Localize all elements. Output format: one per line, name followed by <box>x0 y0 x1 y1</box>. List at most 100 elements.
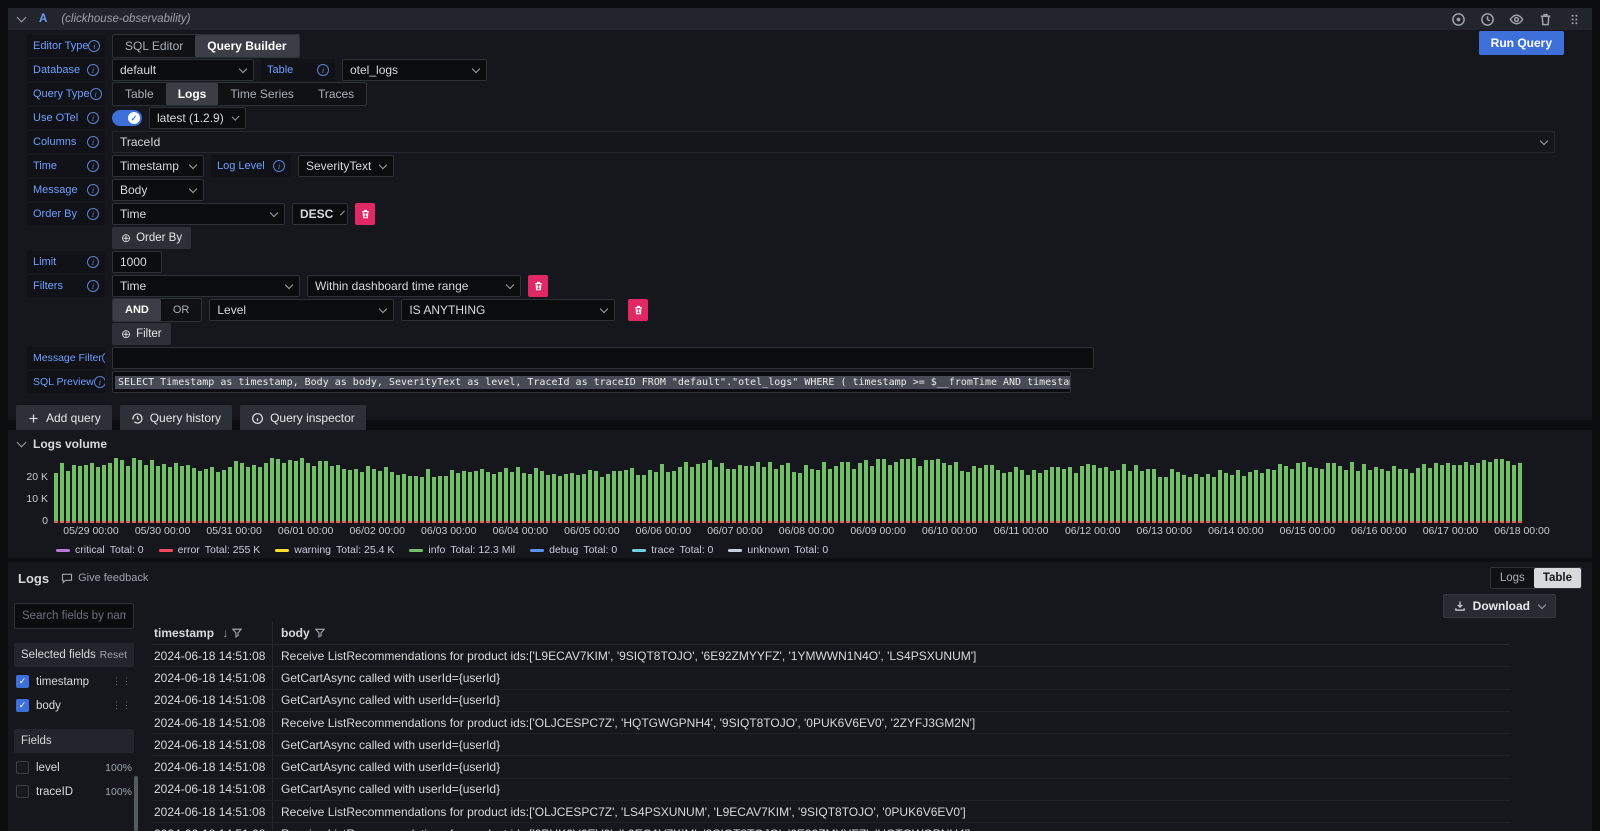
info-icon[interactable]: i <box>87 160 99 172</box>
use-otel-toggle[interactable]: ✓ <box>112 110 142 126</box>
log-table-row[interactable]: 2024-06-18 14:51:08 GetCartAsync called … <box>152 734 1510 756</box>
selected-field-item[interactable]: ✓ timestamp ⋮⋮ <box>14 672 134 691</box>
legend-item[interactable]: unknown Total: 0 <box>728 544 828 556</box>
editor-type-option-query-builder[interactable]: Query Builder <box>195 35 298 57</box>
filter2-field-select[interactable]: Level <box>209 299 394 321</box>
reset-fields-link[interactable]: Reset <box>100 649 127 661</box>
order-by-field-select[interactable]: Time <box>112 203 285 225</box>
run-query-button[interactable]: Run Query <box>1479 31 1564 55</box>
info-icon[interactable]: i <box>87 64 99 76</box>
add-order-by-button[interactable]: ⊕ Order By <box>112 227 191 249</box>
query-history-button[interactable]: Query history <box>120 405 232 431</box>
info-icon[interactable]: i <box>87 112 99 124</box>
timestamp-column-header[interactable]: timestamp ↓ <box>152 626 272 640</box>
limit-input[interactable] <box>112 251 162 273</box>
checkbox-checked-icon[interactable]: ✓ <box>16 699 29 712</box>
collapse-logs-volume-icon[interactable] <box>17 437 27 447</box>
view-option-table[interactable]: Table <box>1534 568 1581 588</box>
info-icon[interactable]: i <box>273 160 285 172</box>
query-type-option-time-series[interactable]: Time Series <box>218 83 306 105</box>
history-clock-icon[interactable] <box>1480 12 1495 27</box>
body-column-header[interactable]: body <box>272 621 1510 644</box>
log-table-row[interactable]: 2024-06-18 14:51:08 Receive ListRecommen… <box>152 712 1510 734</box>
info-icon[interactable]: i <box>94 376 105 388</box>
checkbox-unchecked-icon[interactable] <box>16 761 29 774</box>
filter1-operator-select[interactable]: Within dashboard time range <box>307 275 521 297</box>
remove-order-by-button[interactable] <box>355 203 375 225</box>
message-column-select[interactable]: Body <box>112 179 204 201</box>
bool-operator-segmented: AND OR <box>112 298 202 322</box>
logs-volume-chart[interactable]: 20 K 10 K 0 <box>54 455 1576 523</box>
sql-preview-box[interactable]: SELECT Timestamp as timestamp, Body as b… <box>112 371 1071 393</box>
drag-handle-icon[interactable]: ⋮⋮ <box>112 700 132 711</box>
timestamp-cell: 2024-06-18 14:51:08 <box>152 738 272 752</box>
y-tick-20k: 20 K <box>26 471 48 483</box>
log-level-select[interactable]: SeverityText <box>298 155 394 177</box>
download-label: Download <box>1473 599 1530 613</box>
info-icon[interactable]: i <box>87 184 99 196</box>
remove-filter2-button[interactable] <box>628 299 648 321</box>
order-by-direction-select[interactable]: DESC <box>292 203 348 225</box>
info-icon[interactable]: i <box>90 88 102 100</box>
columns-multiselect[interactable]: TraceId <box>112 131 1555 153</box>
search-fields-input[interactable] <box>14 603 134 629</box>
selected-field-item[interactable]: ✓ body ⋮⋮ <box>14 696 134 715</box>
add-query-button[interactable]: Add query <box>16 405 112 431</box>
fields-title: Fields <box>21 735 52 747</box>
field-item[interactable]: traceID 100% <box>14 782 134 801</box>
message-filter-input[interactable] <box>112 347 1094 369</box>
log-table-row[interactable]: 2024-06-18 14:51:08 GetCartAsync called … <box>152 667 1510 689</box>
checkbox-checked-icon[interactable]: ✓ <box>16 675 29 688</box>
eye-icon[interactable] <box>1509 12 1524 27</box>
legend-item[interactable]: info Total: 12.3 Mil <box>409 544 515 556</box>
bool-and-option[interactable]: AND <box>113 299 161 321</box>
info-icon[interactable]: i <box>317 64 329 76</box>
add-order-by-row: ⊕ Order By <box>27 227 1592 249</box>
filter1-field-select[interactable]: Time <box>112 275 300 297</box>
record-icon[interactable] <box>1451 12 1466 27</box>
remove-filter1-button[interactable] <box>528 275 548 297</box>
log-table-row[interactable]: 2024-06-18 14:51:08 GetCartAsync called … <box>152 756 1510 778</box>
log-table-row[interactable]: 2024-06-18 14:51:08 GetCartAsync called … <box>152 690 1510 712</box>
otel-version-select[interactable]: latest (1.2.9) <box>149 107 246 129</box>
query-type-option-logs[interactable]: Logs <box>166 83 219 105</box>
view-option-logs[interactable]: Logs <box>1491 568 1534 588</box>
collapse-query-icon[interactable] <box>17 12 27 22</box>
download-button[interactable]: Download <box>1443 594 1556 618</box>
log-table-row[interactable]: 2024-06-18 14:51:08 Receive ListRecommen… <box>152 801 1510 823</box>
sort-desc-icon[interactable]: ↓ <box>222 626 228 640</box>
query-type-option-table[interactable]: Table <box>113 83 166 105</box>
info-icon[interactable]: i <box>87 256 99 268</box>
table-select[interactable]: otel_logs <box>342 59 487 81</box>
time-column-select[interactable]: Timestamp <box>112 155 204 177</box>
query-type-option-traces[interactable]: Traces <box>306 83 366 105</box>
filter-funnel-icon[interactable] <box>315 626 325 640</box>
info-icon[interactable]: i <box>87 280 99 292</box>
query-inspector-button[interactable]: Query inspector <box>240 405 366 431</box>
drag-handle-icon[interactable]: ⋮⋮ <box>112 676 132 687</box>
drag-handle-icon[interactable] <box>1567 12 1582 27</box>
legend-item[interactable]: warning Total: 25.4 K <box>275 544 394 556</box>
database-select[interactable]: default <box>112 59 254 81</box>
info-icon[interactable]: i <box>87 208 99 220</box>
checkbox-unchecked-icon[interactable] <box>16 785 29 798</box>
filter-funnel-icon[interactable] <box>232 626 242 640</box>
bool-or-option[interactable]: OR <box>161 299 202 321</box>
log-table-row[interactable]: 2024-06-18 14:51:08 GetCartAsync called … <box>152 779 1510 801</box>
info-icon[interactable]: i <box>102 352 105 364</box>
info-icon[interactable]: i <box>88 40 100 52</box>
add-filter-button[interactable]: ⊕ Filter <box>112 323 171 345</box>
log-table-row[interactable]: 2024-06-18 14:51:08 Receive ListRecommen… <box>152 823 1510 831</box>
legend-item[interactable]: debug Total: 0 <box>530 544 617 556</box>
legend-item[interactable]: trace Total: 0 <box>632 544 713 556</box>
timestamp-cell: 2024-06-18 14:51:08 <box>152 827 272 831</box>
legend-item[interactable]: error Total: 255 K <box>159 544 261 556</box>
give-feedback-link[interactable]: Give feedback <box>61 572 148 584</box>
filter2-operator-select[interactable]: IS ANYTHING <box>401 299 615 321</box>
info-icon[interactable]: i <box>87 136 99 148</box>
log-table-row[interactable]: 2024-06-18 14:51:08 Receive ListRecommen… <box>152 645 1510 667</box>
trash-icon[interactable] <box>1538 12 1553 27</box>
field-item[interactable]: level 100% <box>14 758 134 777</box>
legend-item[interactable]: critical Total: 0 <box>56 544 144 556</box>
editor-type-option-sql-editor[interactable]: SQL Editor <box>113 35 195 57</box>
